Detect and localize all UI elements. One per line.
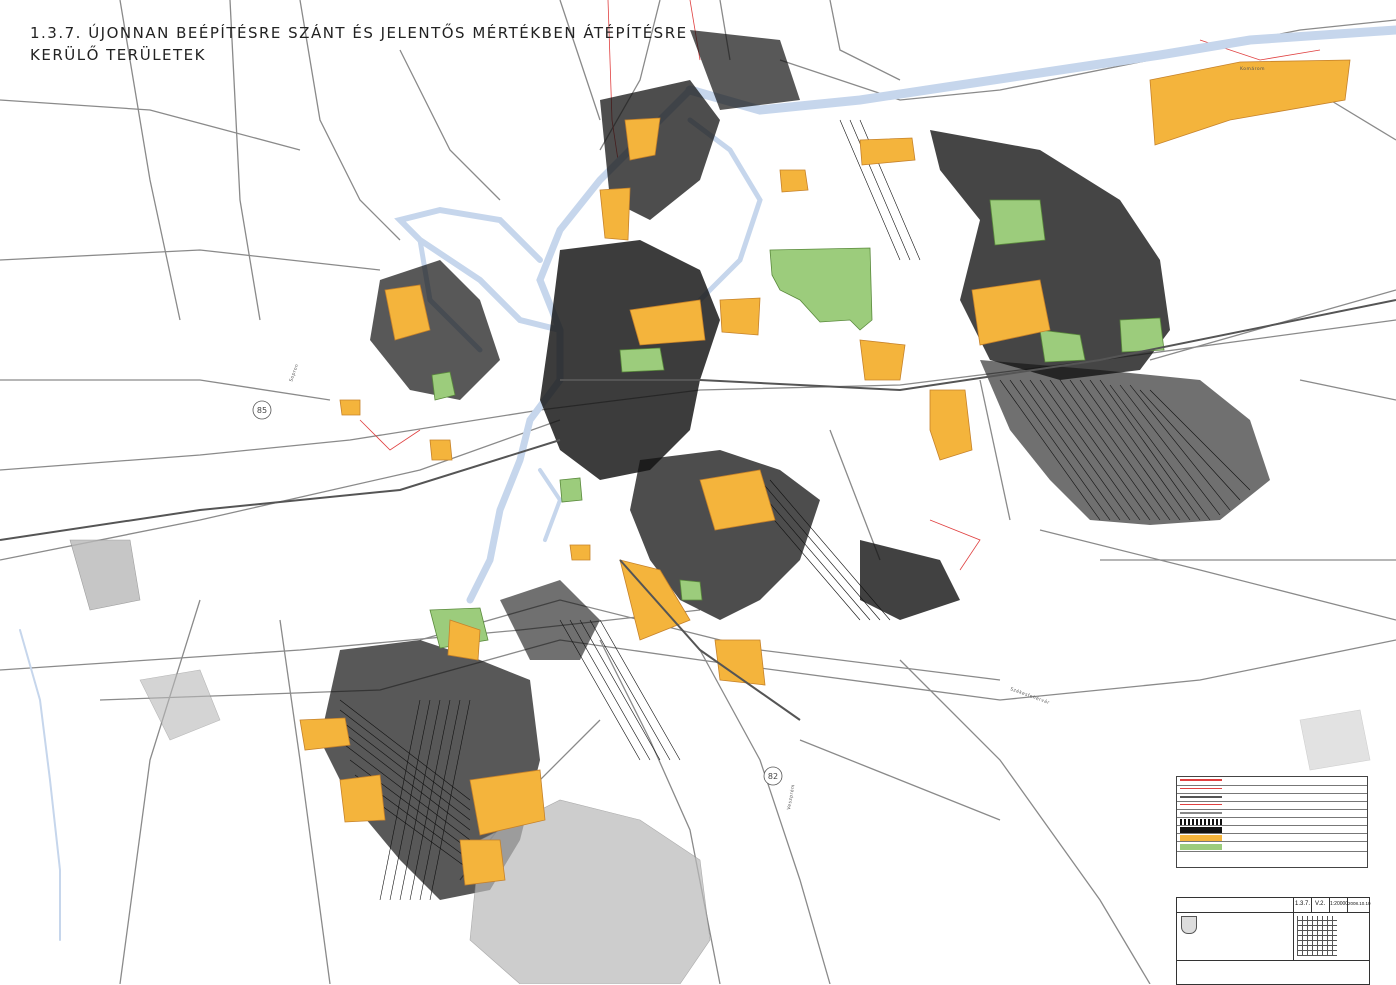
- legend-swatch-zone-border: [1180, 788, 1222, 789]
- legend-divider: [1177, 817, 1367, 818]
- title-block: 1.3.7. V.2. 1:20000 2008.10.10: [1176, 897, 1371, 985]
- legend-divider: [1177, 833, 1367, 834]
- legend-divider: [1177, 801, 1367, 802]
- legend-divider: [1177, 841, 1367, 842]
- title-block-divider: [1177, 912, 1369, 913]
- legend-swatch-rebuild: [1180, 844, 1222, 850]
- version-number: V.2.: [1315, 901, 1326, 907]
- map-title-line-2: KERÜLŐ TERÜLETEK: [30, 46, 206, 64]
- sheet-number: 1.3.7.: [1295, 901, 1311, 907]
- title-block-divider: [1177, 960, 1369, 961]
- map-title: 1.3.7. ÚJONNAN BEÉPÍTÉSRE SZÁNT ÉS JELEN…: [30, 22, 688, 66]
- legend-divider: [1177, 785, 1367, 786]
- legend-swatch-parcels: [1180, 819, 1222, 825]
- label-komarom: Komárom: [1240, 65, 1265, 72]
- legend-swatch-built: [1180, 827, 1222, 833]
- map-title-line-1: 1.3.7. ÚJONNAN BEÉPÍTÉSRE SZÁNT ÉS JELEN…: [30, 24, 688, 42]
- legend-divider: [1177, 851, 1367, 852]
- legend-swatch-road: [1180, 796, 1222, 798]
- coat-of-arms: [1181, 916, 1197, 934]
- road-85-shield: 85: [252, 400, 272, 420]
- legend-swatch-new-development: [1180, 835, 1222, 841]
- legend-divider: [1177, 793, 1367, 794]
- title-block-divider: [1311, 898, 1312, 912]
- map-legend: [1176, 776, 1368, 868]
- road-82-label: 82: [768, 772, 778, 781]
- road-85-label: 85: [257, 406, 267, 415]
- date: 2008.10.10: [1348, 901, 1371, 906]
- scale: 1:20000: [1330, 901, 1349, 907]
- legend-swatch-boundary: [1180, 804, 1222, 805]
- legend-swatch-admin-border: [1180, 779, 1222, 781]
- sheet-index-grid: [1297, 916, 1337, 956]
- legend-divider: [1177, 825, 1367, 826]
- legend-divider: [1177, 809, 1367, 810]
- legend-swatch-railway: [1180, 812, 1222, 814]
- road-82-shield: 82: [763, 766, 783, 786]
- title-block-divider: [1293, 898, 1294, 960]
